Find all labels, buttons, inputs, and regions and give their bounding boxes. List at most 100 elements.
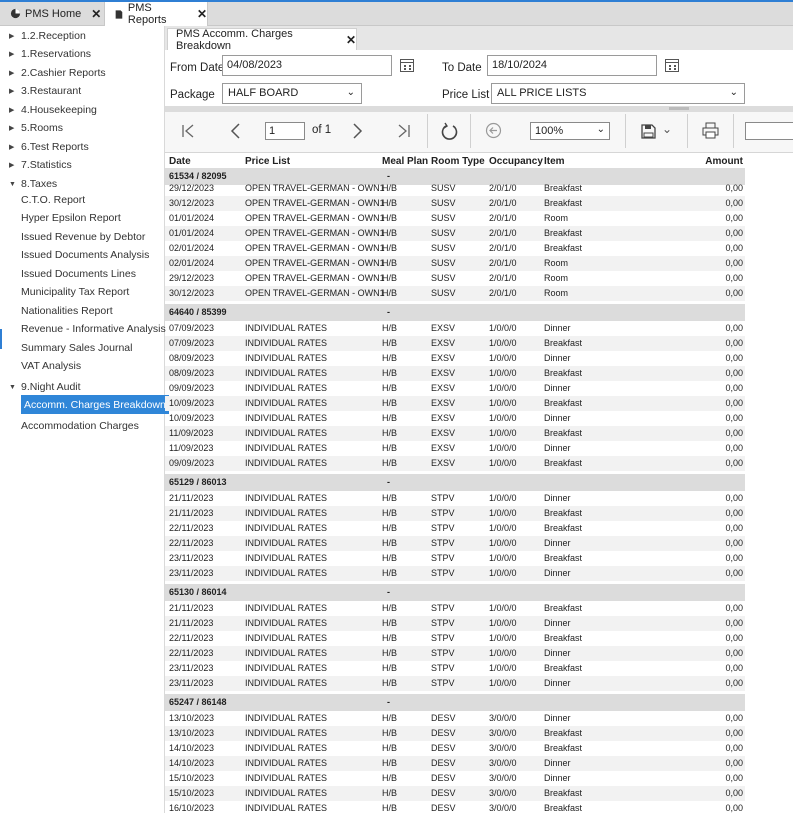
sidebar-item-municipality-tax[interactable]: Municipality Tax Report (21, 284, 129, 300)
table-row[interactable]: 23/11/2023 INDIVIDUAL RATES H/B STPV 1/0/0/0… (165, 676, 745, 691)
sidebar-group-rooms[interactable]: ▶ 5.Rooms (9, 120, 63, 136)
sidebar-group-reception[interactable]: ▶ 1.2.Reception (9, 28, 86, 44)
zoom-select[interactable]: 100% ⌄ (530, 122, 610, 140)
table-row[interactable]: 14/10/2023 INDIVIDUAL RATES H/B DESV 3/0/0/0… (165, 741, 745, 756)
table-row[interactable]: 29/12/2023 OPEN TRAVEL-GERMAN - OWN1 H/B SU… (165, 271, 745, 286)
table-row[interactable]: 15/10/2023 INDIVIDUAL RATES H/B DESV 3/0/0/0… (165, 786, 745, 801)
table-row[interactable]: 21/11/2023 INDIVIDUAL RATES H/B STPV 1/0/0/0… (165, 506, 745, 521)
table-row[interactable]: 10/09/2023 INDIVIDUAL RATES H/B EXSV 1/0/0/0… (165, 411, 745, 426)
tab-pms-reports[interactable]: PMS Reports ✕ (104, 2, 208, 26)
sidebar-item-issued-documents-analysis[interactable]: Issued Documents Analysis (21, 247, 149, 263)
sidebar-group-night-audit[interactable]: ▼ 9.Night Audit (9, 379, 81, 395)
cell-date: 13/10/2023 (169, 713, 215, 723)
price-list-select[interactable]: ALL PRICE LISTS ⌄ (491, 83, 745, 104)
chevron-down-icon[interactable]: ⌄ (662, 122, 672, 136)
close-icon[interactable]: ✕ (91, 7, 101, 21)
table-row[interactable]: 21/11/2023 INDIVIDUAL RATES H/B STPV 1/0/0/0… (165, 491, 745, 506)
sidebar-item-issued-revenue[interactable]: Issued Revenue by Debtor (21, 229, 145, 245)
tab-pms-home[interactable]: PMS Home ✕ (10, 2, 102, 25)
table-row[interactable]: 22/11/2023 INDIVIDUAL RATES H/B STPV 1/0/0/0… (165, 521, 745, 536)
cell-item: Dinner (544, 758, 571, 768)
table-row[interactable]: 22/11/2023 INDIVIDUAL RATES H/B STPV 1/0/0/0… (165, 646, 745, 661)
first-page-icon[interactable] (181, 124, 195, 138)
table-row[interactable]: 11/09/2023 INDIVIDUAL RATES H/B EXSV 1/0/0/0… (165, 426, 745, 441)
sidebar-item-accomm-charges-breakdown[interactable]: Accomm. Charges Breakdown (21, 395, 169, 414)
sidebar-item-vat-analysis[interactable]: VAT Analysis (21, 358, 81, 374)
cell-occupancy: 1/0/0/0 (489, 663, 517, 673)
print-icon[interactable] (702, 122, 719, 139)
package-select[interactable]: HALF BOARD ⌄ (222, 83, 362, 104)
table-row[interactable]: 02/01/2024 OPEN TRAVEL-GERMAN - OWN1 H/B SU… (165, 256, 745, 271)
table-row[interactable]: 23/11/2023 INDIVIDUAL RATES H/B STPV 1/0/0/0… (165, 551, 745, 566)
sidebar-item-revenue-informative[interactable]: Revenue - Informative Analysis (21, 321, 166, 337)
table-row[interactable]: 14/10/2023 INDIVIDUAL RATES H/B DESV 3/0/0/0… (165, 756, 745, 771)
sidebar-group-reservations[interactable]: ▶ 1.Reservations (9, 46, 91, 62)
cell-occupancy: 1/0/0/0 (489, 428, 517, 438)
sidebar-item-issued-documents-lines[interactable]: Issued Documents Lines (21, 266, 136, 282)
table-row[interactable]: 16/10/2023 INDIVIDUAL RATES H/B DESV 3/0/0/0… (165, 801, 745, 813)
previous-page-icon[interactable] (229, 123, 243, 139)
table-row[interactable]: 15/10/2023 INDIVIDUAL RATES H/B DESV 3/0/0/0… (165, 771, 745, 786)
table-row[interactable]: 08/09/2023 INDIVIDUAL RATES H/B EXSV 1/0/0/0… (165, 351, 745, 366)
sidebar-group-test-reports[interactable]: ▶ 6.Test Reports (9, 139, 89, 155)
cell-price-list: INDIVIDUAL RATES (245, 353, 328, 363)
refresh-icon[interactable] (440, 121, 458, 141)
sidebar-group-taxes[interactable]: ▼ 8.Taxes (9, 176, 57, 192)
calendar-icon[interactable] (400, 59, 414, 72)
table-row[interactable]: 07/09/2023 INDIVIDUAL RATES H/B EXSV 1/0/0/0… (165, 336, 745, 351)
chevron-down-icon: ⌄ (596, 124, 605, 135)
sidebar-item-accommodation-charges[interactable]: Accommodation Charges (21, 418, 139, 434)
table-row[interactable]: 30/12/2023 OPEN TRAVEL-GERMAN - OWN1 H/B SU… (165, 196, 745, 211)
calendar-icon[interactable] (665, 59, 679, 72)
from-date-input[interactable]: 04/08/2023 (222, 55, 392, 76)
table-row[interactable]: 21/11/2023 INDIVIDUAL RATES H/B STPV 1/0/0/0… (165, 601, 745, 616)
to-date-input[interactable]: 18/10/2024 (487, 55, 657, 76)
sidebar-group-cashier[interactable]: ▶ 2.Cashier Reports (9, 65, 106, 81)
cell-price-list: INDIVIDUAL RATES (245, 773, 328, 783)
table-row[interactable]: 02/01/2024 OPEN TRAVEL-GERMAN - OWN1 H/B SU… (165, 241, 745, 256)
cell-amount: 0,00 (725, 383, 743, 393)
sidebar-item-cto-report[interactable]: C.T.O. Report (21, 192, 85, 208)
table-row[interactable]: 13/10/2023 INDIVIDUAL RATES H/B DESV 3/0/0/0… (165, 726, 745, 741)
table-row[interactable]: 23/11/2023 INDIVIDUAL RATES H/B STPV 1/0/0/0… (165, 661, 745, 676)
page-number-input[interactable]: 1 (265, 122, 305, 140)
group-booking-ids: 65247 / 86148 (169, 697, 227, 707)
sidebar-group-statistics[interactable]: ▶ 7.Statistics (9, 157, 72, 173)
table-row[interactable]: 09/09/2023 INDIVIDUAL RATES H/B EXSV 1/0/0/0… (165, 456, 745, 471)
table-row[interactable]: 30/12/2023 OPEN TRAVEL-GERMAN - OWN1 H/B SU… (165, 286, 745, 301)
back-icon[interactable] (485, 122, 502, 139)
sidebar-group-housekeeping[interactable]: ▶ 4.Housekeeping (9, 102, 97, 118)
table-row[interactable]: 07/09/2023 INDIVIDUAL RATES H/B EXSV 1/0/0/0… (165, 321, 745, 336)
tab-accomm-charges-breakdown[interactable]: PMS Accomm. Charges Breakdown ✕ (167, 28, 357, 52)
next-page-icon[interactable] (350, 123, 364, 139)
table-row[interactable]: 23/11/2023 INDIVIDUAL RATES H/B STPV 1/0/0/0… (165, 566, 745, 581)
cell-meal-plan: H/B (382, 258, 398, 268)
close-icon[interactable]: ✕ (346, 33, 356, 47)
table-row[interactable]: 21/11/2023 INDIVIDUAL RATES H/B STPV 1/0/0/0… (165, 616, 745, 631)
cell-amount: 0,00 (725, 743, 743, 753)
splitter-grip[interactable] (669, 107, 689, 110)
last-page-icon[interactable] (397, 124, 411, 138)
table-row[interactable]: 22/11/2023 INDIVIDUAL RATES H/B STPV 1/0/0/0… (165, 631, 745, 646)
cell-meal-plan: H/B (382, 743, 398, 753)
cell-amount: 0,00 (725, 648, 743, 658)
sidebar-group-restaurant[interactable]: ▶ 3.Restaurant (9, 83, 81, 99)
sidebar-item-summary-sales-journal[interactable]: Summary Sales Journal (21, 340, 132, 356)
table-row[interactable]: 22/11/2023 INDIVIDUAL RATES H/B STPV 1/0/0/0… (165, 536, 745, 551)
save-icon[interactable] (641, 124, 656, 139)
sidebar-item-nationalities[interactable]: Nationalities Report (21, 303, 113, 319)
table-row[interactable]: 11/09/2023 INDIVIDUAL RATES H/B EXSV 1/0/0/0… (165, 441, 745, 456)
table-row[interactable]: 13/10/2023 INDIVIDUAL RATES H/B DESV 3/0/0/0… (165, 711, 745, 726)
table-row[interactable]: 08/09/2023 INDIVIDUAL RATES H/B EXSV 1/0/0/0… (165, 366, 745, 381)
table-row[interactable]: 01/01/2024 OPEN TRAVEL-GERMAN - OWN1 H/B SU… (165, 211, 745, 226)
sidebar-item-hyper-epsilon[interactable]: Hyper Epsilon Report (21, 210, 121, 226)
cell-occupancy: 3/0/0/0 (489, 758, 517, 768)
table-row[interactable]: 29/12/2023 OPEN TRAVEL-GERMAN - OWN1 H/B SU… (165, 181, 745, 196)
cell-date: 23/11/2023 (169, 568, 214, 578)
search-input[interactable] (745, 122, 793, 140)
close-icon[interactable]: ✕ (197, 7, 207, 21)
cell-room-type: DESV (431, 728, 456, 738)
table-row[interactable]: 10/09/2023 INDIVIDUAL RATES H/B EXSV 1/0/0/0… (165, 396, 745, 411)
table-row[interactable]: 01/01/2024 OPEN TRAVEL-GERMAN - OWN1 H/B SU… (165, 226, 745, 241)
table-row[interactable]: 09/09/2023 INDIVIDUAL RATES H/B EXSV 1/0/0/0… (165, 381, 745, 396)
